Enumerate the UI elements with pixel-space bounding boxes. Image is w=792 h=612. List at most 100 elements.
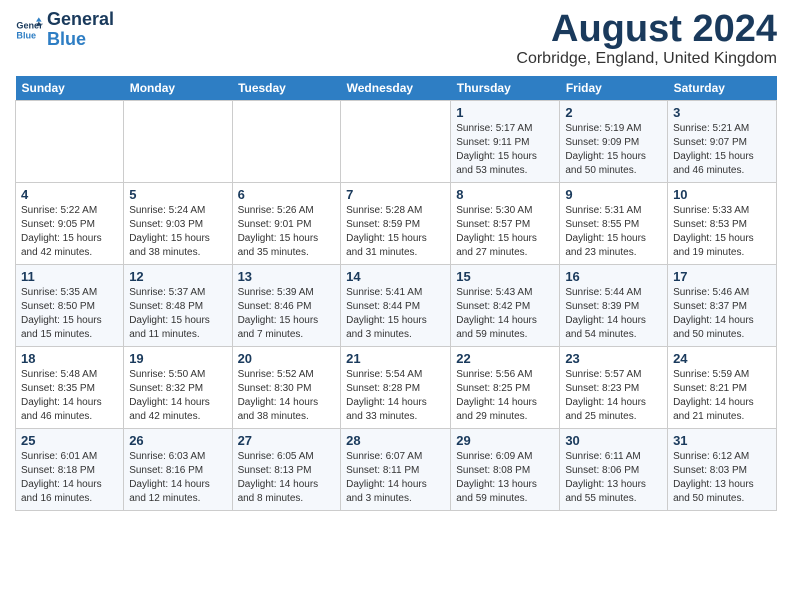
- calendar-cell: 13Sunrise: 5:39 AM Sunset: 8:46 PM Dayli…: [232, 265, 341, 347]
- day-info: Sunrise: 5:54 AM Sunset: 8:28 PM Dayligh…: [346, 368, 445, 424]
- day-info: Sunrise: 6:01 AM Sunset: 8:18 PM Dayligh…: [21, 450, 118, 506]
- calendar-cell: 15Sunrise: 5:43 AM Sunset: 8:42 PM Dayli…: [451, 265, 560, 347]
- calendar-cell: 11 Sunrise: 5:35 AM Sunset: 8:50 PM Dayli…: [16, 265, 124, 347]
- day-info: Sunrise: 5:50 AM Sunset: 8:32 PM Dayligh…: [129, 368, 226, 424]
- day-info: Sunrise: 5:19 AM Sunset: 9:09 PM Dayligh…: [565, 122, 662, 178]
- location-title: Corbridge, England, United Kingdom: [516, 50, 777, 68]
- day-number: 31: [673, 433, 771, 448]
- svg-text:Blue: Blue: [16, 30, 36, 40]
- day-info: Sunrise: 5:26 AM Sunset: 9:01 PM Dayligh…: [238, 204, 336, 260]
- calendar-cell: 16Sunrise: 5:44 AM Sunset: 8:39 PM Dayli…: [560, 265, 668, 347]
- day-info: Sunrise: 5:41 AM Sunset: 8:44 PM Dayligh…: [346, 286, 445, 342]
- day-info: Sunrise: 5:24 AM Sunset: 9:03 PM Dayligh…: [129, 204, 226, 260]
- weekday-header: Thursday: [451, 76, 560, 101]
- day-info: Sunrise: 5:28 AM Sunset: 8:59 PM Dayligh…: [346, 204, 445, 260]
- day-info: Sunrise: 5:35 AM Sunset: 8:50 PM Dayligh…: [21, 286, 118, 342]
- day-number: 8: [456, 187, 554, 202]
- day-number: 7: [346, 187, 445, 202]
- day-info: Sunrise: 5:31 AM Sunset: 8:55 PM Dayligh…: [565, 204, 662, 260]
- calendar-cell: [232, 101, 341, 183]
- calendar-cell: 25 Sunrise: 6:01 AM Sunset: 8:18 PM Dayli…: [16, 429, 124, 511]
- weekday-header: Tuesday: [232, 76, 341, 101]
- day-info: Sunrise: 5:57 AM Sunset: 8:23 PM Dayligh…: [565, 368, 662, 424]
- weekday-header: Monday: [124, 76, 232, 101]
- calendar-cell: 23 Sunrise: 5:57 AM Sunset: 8:23 PM Dayli…: [560, 347, 668, 429]
- calendar-cell: 28 Sunrise: 6:07 AM Sunset: 8:11 PM Dayli…: [341, 429, 451, 511]
- day-info: Sunrise: 5:46 AM Sunset: 8:37 PM Dayligh…: [673, 286, 771, 342]
- calendar-cell: 30Sunrise: 6:11 AM Sunset: 8:06 PM Dayli…: [560, 429, 668, 511]
- calendar-cell: 2 Sunrise: 5:19 AM Sunset: 9:09 PM Daylig…: [560, 101, 668, 183]
- calendar-cell: 7 Sunrise: 5:28 AM Sunset: 8:59 PM Daylig…: [341, 183, 451, 265]
- day-number: 16: [565, 269, 662, 284]
- day-number: 25: [21, 433, 118, 448]
- day-number: 6: [238, 187, 336, 202]
- day-number: 17: [673, 269, 771, 284]
- calendar-cell: 3Sunrise: 5:21 AM Sunset: 9:07 PM Daylig…: [668, 101, 777, 183]
- calendar-header-row: SundayMondayTuesdayWednesdayThursdayFrid…: [16, 76, 777, 101]
- calendar-week-row: 18 Sunrise: 5:48 AM Sunset: 8:35 PM Dayli…: [16, 347, 777, 429]
- calendar-cell: 1 Sunrise: 5:17 AM Sunset: 9:11 PM Daylig…: [451, 101, 560, 183]
- calendar-cell: 26 Sunrise: 6:03 AM Sunset: 8:16 PM Dayli…: [124, 429, 232, 511]
- day-number: 2: [565, 105, 662, 120]
- day-number: 23: [565, 351, 662, 366]
- day-info: Sunrise: 5:59 AM Sunset: 8:21 PM Dayligh…: [673, 368, 771, 424]
- calendar-cell: 9 Sunrise: 5:31 AM Sunset: 8:55 PM Daylig…: [560, 183, 668, 265]
- calendar-week-row: 4Sunrise: 5:22 AM Sunset: 9:05 PM Daylig…: [16, 183, 777, 265]
- calendar-cell: 6 Sunrise: 5:26 AM Sunset: 9:01 PM Daylig…: [232, 183, 341, 265]
- day-number: 14: [346, 269, 445, 284]
- day-number: 18: [21, 351, 118, 366]
- day-number: 1: [456, 105, 554, 120]
- day-info: Sunrise: 5:30 AM Sunset: 8:57 PM Dayligh…: [456, 204, 554, 260]
- day-number: 28: [346, 433, 445, 448]
- calendar-cell: 5 Sunrise: 5:24 AM Sunset: 9:03 PM Daylig…: [124, 183, 232, 265]
- calendar-cell: 12Sunrise: 5:37 AM Sunset: 8:48 PM Dayli…: [124, 265, 232, 347]
- calendar-cell: 31 Sunrise: 6:12 AM Sunset: 8:03 PM Dayli…: [668, 429, 777, 511]
- day-info: Sunrise: 6:12 AM Sunset: 8:03 PM Dayligh…: [673, 450, 771, 506]
- day-number: 9: [565, 187, 662, 202]
- calendar-cell: 20 Sunrise: 5:52 AM Sunset: 8:30 PM Dayli…: [232, 347, 341, 429]
- day-number: 13: [238, 269, 336, 284]
- calendar-cell: 10Sunrise: 5:33 AM Sunset: 8:53 PM Dayli…: [668, 183, 777, 265]
- day-number: 3: [673, 105, 771, 120]
- logo-text-blue: Blue: [47, 30, 114, 50]
- calendar-cell: 4Sunrise: 5:22 AM Sunset: 9:05 PM Daylig…: [16, 183, 124, 265]
- day-info: Sunrise: 6:09 AM Sunset: 8:08 PM Dayligh…: [456, 450, 554, 506]
- day-number: 27: [238, 433, 336, 448]
- calendar-cell: 14 Sunrise: 5:41 AM Sunset: 8:44 PM Dayli…: [341, 265, 451, 347]
- logo-icon: General Blue: [15, 16, 43, 44]
- title-block: August 2024 Corbridge, England, United K…: [516, 10, 777, 68]
- calendar-cell: 27Sunrise: 6:05 AM Sunset: 8:13 PM Dayli…: [232, 429, 341, 511]
- day-info: Sunrise: 6:03 AM Sunset: 8:16 PM Dayligh…: [129, 450, 226, 506]
- day-info: Sunrise: 5:56 AM Sunset: 8:25 PM Dayligh…: [456, 368, 554, 424]
- weekday-header: Wednesday: [341, 76, 451, 101]
- calendar-cell: 24 Sunrise: 5:59 AM Sunset: 8:21 PM Dayli…: [668, 347, 777, 429]
- logo: General Blue General Blue: [15, 10, 114, 50]
- calendar-week-row: 1 Sunrise: 5:17 AM Sunset: 9:11 PM Daylig…: [16, 101, 777, 183]
- day-info: Sunrise: 5:17 AM Sunset: 9:11 PM Dayligh…: [456, 122, 554, 178]
- day-number: 24: [673, 351, 771, 366]
- day-info: Sunrise: 5:48 AM Sunset: 8:35 PM Dayligh…: [21, 368, 118, 424]
- day-info: Sunrise: 5:22 AM Sunset: 9:05 PM Dayligh…: [21, 204, 118, 260]
- day-number: 30: [565, 433, 662, 448]
- weekday-header: Saturday: [668, 76, 777, 101]
- calendar-cell: 21 Sunrise: 5:54 AM Sunset: 8:28 PM Dayli…: [341, 347, 451, 429]
- day-info: Sunrise: 5:52 AM Sunset: 8:30 PM Dayligh…: [238, 368, 336, 424]
- calendar-cell: 18 Sunrise: 5:48 AM Sunset: 8:35 PM Dayli…: [16, 347, 124, 429]
- month-title: August 2024: [516, 10, 777, 48]
- day-number: 29: [456, 433, 554, 448]
- calendar-cell: [124, 101, 232, 183]
- day-number: 20: [238, 351, 336, 366]
- day-number: 26: [129, 433, 226, 448]
- calendar-week-row: 11 Sunrise: 5:35 AM Sunset: 8:50 PM Dayli…: [16, 265, 777, 347]
- day-number: 5: [129, 187, 226, 202]
- day-number: 22: [456, 351, 554, 366]
- page-header: General Blue General Blue August 2024 Co…: [15, 10, 777, 68]
- day-number: 21: [346, 351, 445, 366]
- weekday-header: Sunday: [16, 76, 124, 101]
- calendar-cell: 8 Sunrise: 5:30 AM Sunset: 8:57 PM Daylig…: [451, 183, 560, 265]
- day-number: 12: [129, 269, 226, 284]
- calendar-cell: 19Sunrise: 5:50 AM Sunset: 8:32 PM Dayli…: [124, 347, 232, 429]
- day-info: Sunrise: 6:07 AM Sunset: 8:11 PM Dayligh…: [346, 450, 445, 506]
- calendar-cell: 17 Sunrise: 5:46 AM Sunset: 8:37 PM Dayli…: [668, 265, 777, 347]
- day-number: 11: [21, 269, 118, 284]
